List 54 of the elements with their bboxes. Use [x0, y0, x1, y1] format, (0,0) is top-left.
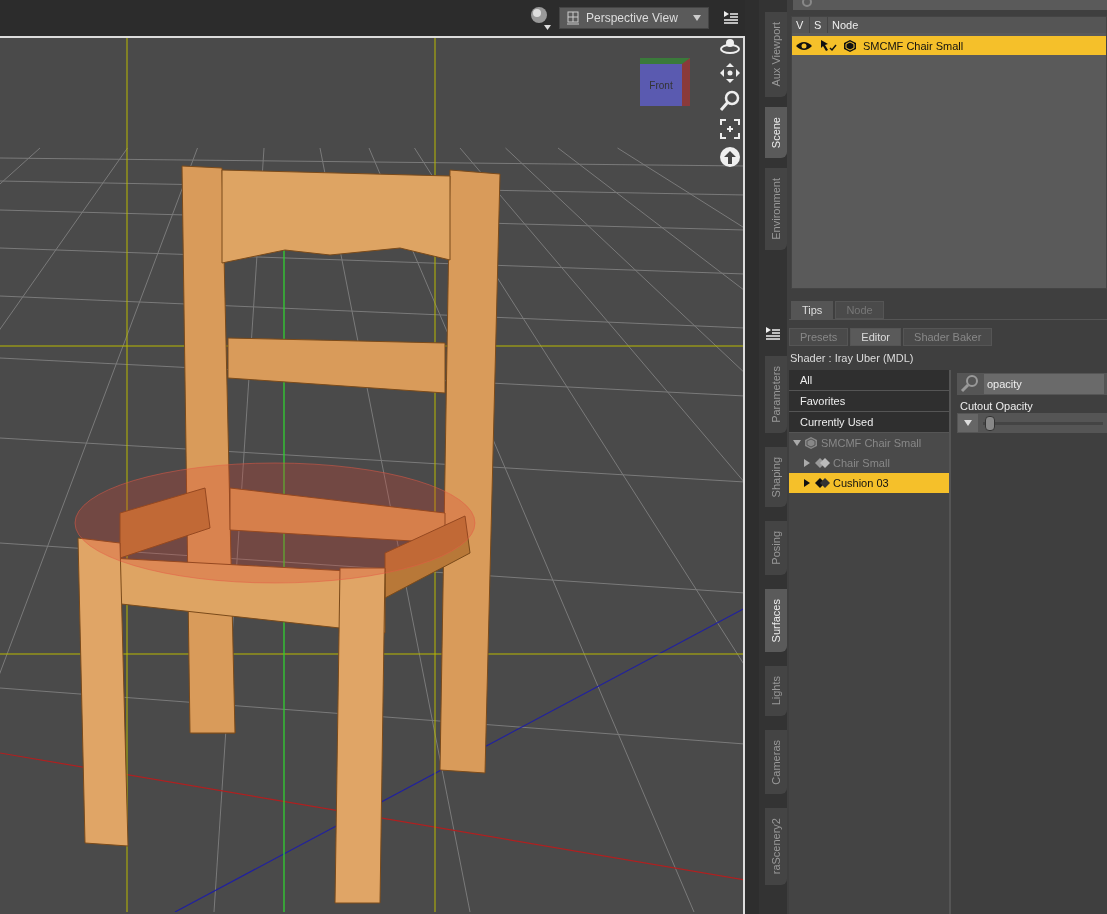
render-sphere-icon[interactable]: [529, 5, 553, 31]
collapsed-arrow-icon[interactable]: [803, 479, 811, 487]
side-tab[interactable]: Scene: [765, 106, 787, 158]
frame-icon[interactable]: [719, 118, 741, 140]
column-header[interactable]: S: [810, 17, 828, 33]
slider-thumb[interactable]: [985, 416, 996, 431]
slider[interactable]: [983, 416, 1103, 431]
caret-icon: [963, 419, 973, 427]
side-tab[interactable]: Lights: [765, 666, 787, 716]
side-tab[interactable]: Aux Viewport: [765, 12, 787, 97]
material-icon: [814, 477, 830, 489]
filter-item[interactable]: Currently Used: [789, 412, 949, 433]
cube-icon: [804, 436, 818, 450]
side-tab[interactable]: Posing: [765, 521, 787, 575]
material-icon: [814, 457, 830, 469]
pointer-check-icon[interactable]: [819, 38, 837, 53]
scene-node-row[interactable]: SMCMF Chair Small: [792, 36, 1106, 55]
menu-icon[interactable]: [723, 10, 739, 26]
view-dropdown[interactable]: Perspective View: [559, 7, 709, 29]
side-tab[interactable]: Cameras: [765, 729, 787, 795]
column-header[interactable]: V: [792, 17, 810, 33]
expanded-arrow-icon[interactable]: [793, 439, 801, 447]
panel-tab[interactable]: Tips: [791, 301, 834, 319]
rotate-icon[interactable]: [719, 38, 741, 56]
menu-icon[interactable]: [765, 326, 781, 342]
nav-cube[interactable]: Front: [640, 58, 690, 106]
column-header[interactable]: Node: [828, 17, 1106, 33]
filter-item[interactable]: All: [789, 370, 949, 391]
property-label: Cutout Opacity: [959, 399, 1034, 413]
filter-field[interactable]: [793, 0, 1107, 10]
move-icon[interactable]: [719, 62, 741, 84]
eye-icon[interactable]: [795, 39, 813, 52]
surface-tree-item[interactable]: SMCMF Chair Small: [789, 433, 949, 453]
dropdown-button[interactable]: [957, 413, 979, 433]
filter-item[interactable]: Favorites: [789, 391, 949, 412]
zoom-icon[interactable]: [719, 90, 741, 112]
shader-label: Shader : Iray Uber (MDL): [789, 351, 915, 366]
side-tab[interactable]: raScenery2: [765, 808, 787, 885]
3d-viewport[interactable]: Front: [0, 38, 745, 914]
cube-icon: [843, 38, 857, 53]
search-icon[interactable]: [960, 374, 980, 394]
panel-tab[interactable]: Shader Baker: [903, 328, 993, 346]
search-icon: [799, 0, 813, 10]
caret-icon: [692, 14, 702, 22]
panel-tab[interactable]: Presets: [789, 328, 849, 346]
window-grid-icon: [566, 11, 580, 25]
side-tab[interactable]: Surfaces: [765, 588, 787, 653]
search-field[interactable]: opacity: [984, 374, 1104, 394]
side-tab[interactable]: Parameters: [765, 356, 787, 433]
side-tab[interactable]: Environment: [765, 167, 787, 250]
panel-tab[interactable]: Editor: [850, 328, 902, 346]
surface-tree-item[interactable]: Cushion 03: [789, 473, 949, 493]
side-tab[interactable]: Shaping: [765, 446, 787, 508]
surface-tree-item[interactable]: Chair Small: [789, 453, 949, 473]
